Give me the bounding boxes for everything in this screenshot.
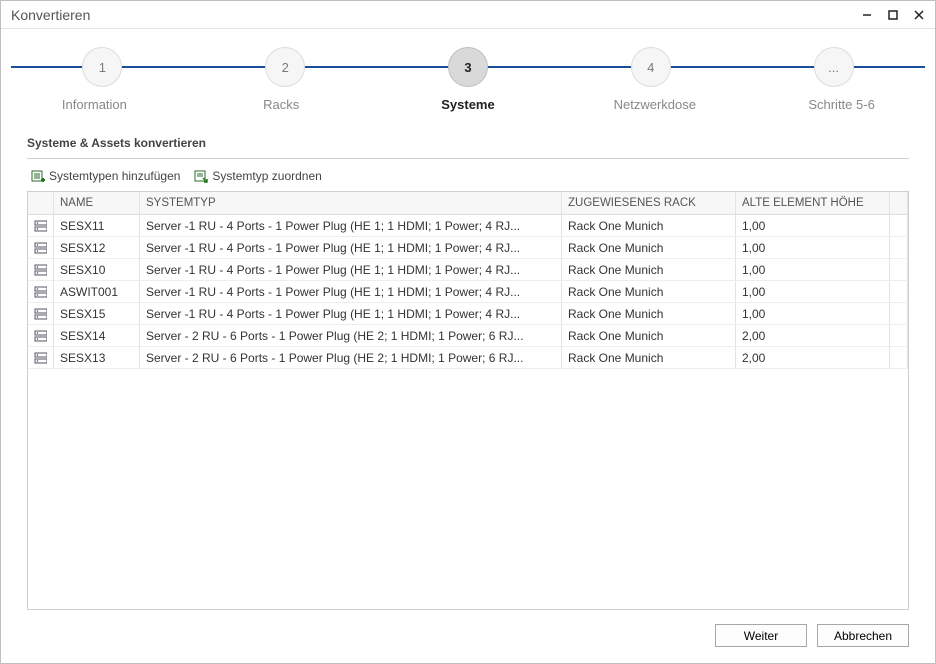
server-icon [28, 237, 54, 258]
cell-extra [890, 259, 908, 280]
cell-name: SESX11 [54, 215, 140, 236]
step-circle-2[interactable]: 2 [265, 47, 305, 87]
cell-assigned-rack: Rack One Munich [562, 347, 736, 368]
add-system-types-button[interactable]: Systemtypen hinzufügen [31, 169, 180, 183]
cell-extra [890, 347, 908, 368]
grid-header: NAME SYSTEMTYP ZUGEWIESENES RACK ALTE EL… [28, 192, 908, 215]
minimize-icon [862, 10, 872, 20]
window-controls [857, 6, 929, 24]
table-row[interactable]: SESX12Server -1 RU - 4 Ports - 1 Power P… [28, 237, 908, 259]
cell-extra [890, 303, 908, 324]
cell-systemtype: Server -1 RU - 4 Ports - 1 Power Plug (H… [140, 237, 562, 258]
column-header-systemtype[interactable]: SYSTEMTYP [140, 192, 562, 214]
maximize-button[interactable] [883, 6, 903, 24]
cell-assigned-rack: Rack One Munich [562, 215, 736, 236]
column-header-old-height[interactable]: ALTE ELEMENT HÖHE [736, 192, 890, 214]
table-row[interactable]: SESX14Server - 2 RU - 6 Ports - 1 Power … [28, 325, 908, 347]
assign-system-type-button[interactable]: Systemtyp zuordnen [194, 169, 321, 183]
server-icon [28, 325, 54, 346]
cell-assigned-rack: Rack One Munich [562, 281, 736, 302]
cell-old-height: 2,00 [736, 347, 890, 368]
add-system-types-label: Systemtypen hinzufügen [49, 169, 180, 183]
cell-old-height: 1,00 [736, 259, 890, 280]
server-icon [28, 259, 54, 280]
section-heading: Systeme & Assets konvertieren [27, 130, 909, 159]
maximize-icon [888, 10, 898, 20]
cell-name: ASWIT001 [54, 281, 140, 302]
cell-name: SESX13 [54, 347, 140, 368]
close-icon [914, 10, 924, 20]
server-icon [28, 215, 54, 236]
cell-systemtype: Server -1 RU - 4 Ports - 1 Power Plug (H… [140, 215, 562, 236]
grid-body[interactable]: SESX11Server -1 RU - 4 Ports - 1 Power P… [28, 215, 908, 609]
cell-systemtype: Server -1 RU - 4 Ports - 1 Power Plug (H… [140, 281, 562, 302]
cell-assigned-rack: Rack One Munich [562, 325, 736, 346]
assign-system-type-label: Systemtyp zuordnen [212, 169, 321, 183]
cell-assigned-rack: Rack One Munich [562, 259, 736, 280]
step-label-3: Systeme [408, 97, 528, 112]
server-icon [28, 347, 54, 368]
cell-systemtype: Server -1 RU - 4 Ports - 1 Power Plug (H… [140, 303, 562, 324]
cell-systemtype: Server -1 RU - 4 Ports - 1 Power Plug (H… [140, 259, 562, 280]
title-bar: Konvertieren [1, 1, 935, 29]
cell-old-height: 1,00 [736, 303, 890, 324]
table-row[interactable]: SESX15Server -1 RU - 4 Ports - 1 Power P… [28, 303, 908, 325]
step-track: 1 2 3 4... [11, 47, 925, 87]
cell-assigned-rack: Rack One Munich [562, 237, 736, 258]
column-header-icon[interactable] [28, 192, 54, 214]
cell-name: SESX15 [54, 303, 140, 324]
systems-grid: NAME SYSTEMTYP ZUGEWIESENES RACK ALTE EL… [27, 191, 909, 610]
add-types-icon [31, 169, 45, 183]
column-header-assigned-rack[interactable]: ZUGEWIESENES RACK [562, 192, 736, 214]
step-label-5: Schritte 5-6 [782, 97, 902, 112]
cell-old-height: 2,00 [736, 325, 890, 346]
cell-old-height: 1,00 [736, 237, 890, 258]
minimize-button[interactable] [857, 6, 877, 24]
step-label-1: Information [34, 97, 154, 112]
table-row[interactable]: SESX10Server -1 RU - 4 Ports - 1 Power P… [28, 259, 908, 281]
cell-systemtype: Server - 2 RU - 6 Ports - 1 Power Plug (… [140, 347, 562, 368]
cell-extra [890, 281, 908, 302]
close-button[interactable] [909, 6, 929, 24]
table-row[interactable]: ASWIT001Server -1 RU - 4 Ports - 1 Power… [28, 281, 908, 303]
content-area: Systeme & Assets konvertieren Systemtype… [1, 122, 935, 610]
grid-toolbar: Systemtypen hinzufügen Systemtyp zuordne… [27, 159, 909, 191]
cell-old-height: 1,00 [736, 215, 890, 236]
cell-systemtype: Server - 2 RU - 6 Ports - 1 Power Plug (… [140, 325, 562, 346]
wizard-steps: 1 2 3 4... Information Racks Systeme Netzwerkd… [1, 29, 935, 122]
cell-extra [890, 237, 908, 258]
cell-extra [890, 325, 908, 346]
cell-name: SESX10 [54, 259, 140, 280]
dialog-window: Konvertieren 1 2 3 4... Information Racks Sys… [0, 0, 936, 664]
column-header-name[interactable]: NAME [54, 192, 140, 214]
cell-extra [890, 215, 908, 236]
cell-assigned-rack: Rack One Munich [562, 303, 736, 324]
next-button[interactable]: Weiter [715, 624, 807, 647]
step-circle-3[interactable]: 3 [448, 47, 488, 87]
cell-name: SESX12 [54, 237, 140, 258]
server-icon [28, 281, 54, 302]
column-header-extra[interactable] [890, 192, 908, 214]
step-circle-5[interactable]: ... [814, 47, 854, 87]
step-label-2: Racks [221, 97, 341, 112]
server-icon [28, 303, 54, 324]
cancel-button[interactable]: Abbrechen [817, 624, 909, 647]
dialog-buttons: Weiter Abbrechen [1, 610, 935, 663]
table-row[interactable]: SESX11Server -1 RU - 4 Ports - 1 Power P… [28, 215, 908, 237]
window-title: Konvertieren [11, 7, 857, 23]
assign-type-icon [194, 169, 208, 183]
step-label-4: Netzwerkdose [595, 97, 715, 112]
step-circle-1[interactable]: 1 [82, 47, 122, 87]
table-row[interactable]: SESX13Server - 2 RU - 6 Ports - 1 Power … [28, 347, 908, 369]
step-circle-4[interactable]: 4 [631, 47, 671, 87]
cell-old-height: 1,00 [736, 281, 890, 302]
cell-name: SESX14 [54, 325, 140, 346]
